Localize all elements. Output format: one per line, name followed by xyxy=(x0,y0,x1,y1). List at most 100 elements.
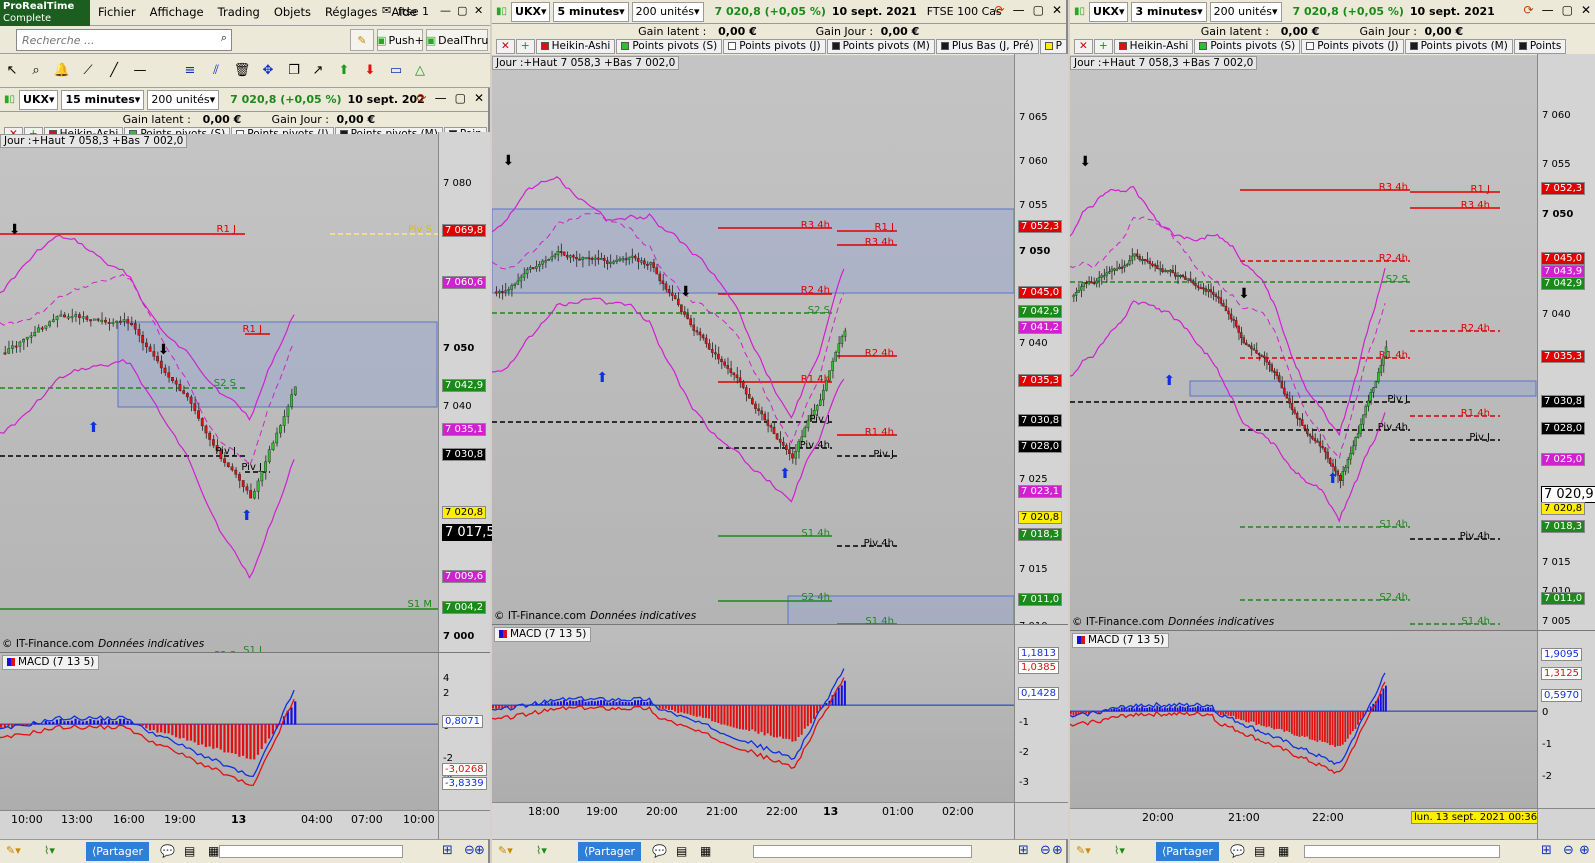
macd-axis[interactable]: 0 -1 -2 1,9095 1,3125 0,5970 xyxy=(1537,630,1595,808)
indicator-chip[interactable]: Heikin-Ashi xyxy=(1113,39,1194,54)
zoom-icon[interactable]: ⌕ xyxy=(26,61,46,81)
minimize-icon[interactable]: — xyxy=(435,91,447,105)
price-pane[interactable]: ⬇ ⬇ ⬆ ⬆ Jour :+Haut 7 058,3 +Bas 7 002,0 R3 4… xyxy=(492,56,1014,624)
menu-affichage[interactable]: Affichage xyxy=(143,0,211,24)
pen-menu-icon[interactable]: ✎▾ xyxy=(6,844,21,857)
indicator-menu-icon[interactable]: ⌇▾ xyxy=(1114,844,1125,857)
indicator-chip[interactable]: Points xyxy=(1513,39,1567,54)
price-axis[interactable]: 7 0657 0607 0557 0507 0407 0257 0157 010… xyxy=(1014,54,1068,673)
restore-icon[interactable]: ▢ xyxy=(455,91,466,105)
close-icon[interactable]: ✕ xyxy=(474,4,483,17)
line-tool-icon[interactable]: ╱ xyxy=(104,61,124,81)
minimize-icon[interactable]: — xyxy=(440,4,451,17)
mail-icon[interactable]: ✉ xyxy=(382,4,391,17)
symbol-dropdown[interactable]: UKX ▾ xyxy=(1089,1,1129,22)
refresh-icon[interactable]: ⟳ xyxy=(995,3,1005,17)
menu-reglages[interactable]: Réglages xyxy=(318,0,384,24)
zoom-out-icon[interactable]: ⊖ xyxy=(1040,843,1051,858)
time-axis[interactable]: 18:00 19:00 20:00 21:00 22:00 13 01:00 02:00 xyxy=(492,802,1014,839)
timeframe-dropdown[interactable]: 5 minutes ▾ xyxy=(553,1,629,22)
color-bars-icon[interactable]: ▤ xyxy=(676,844,687,858)
chat-icon[interactable]: 💬 xyxy=(160,844,175,858)
share-button[interactable]: ⟨ Partager xyxy=(86,842,150,861)
timeframe-dropdown[interactable]: 3 minutes ▾ xyxy=(1131,1,1207,22)
time-scrollbar[interactable] xyxy=(219,845,403,858)
zoom-in-icon[interactable]: ⊕ xyxy=(1052,843,1063,858)
restore-icon[interactable]: ▢ xyxy=(1562,3,1573,17)
share-button[interactable]: ⟨ Partager xyxy=(578,842,642,861)
layout-icon[interactable]: ▦ xyxy=(700,844,711,858)
rectangle-tool-icon[interactable]: ▭ xyxy=(386,61,406,81)
color-bars-icon[interactable]: ▤ xyxy=(184,844,195,858)
pen-menu-icon[interactable]: ✎▾ xyxy=(1076,844,1091,857)
refresh-icon[interactable]: ⟳ xyxy=(417,91,427,105)
timeframe-dropdown[interactable]: 15 minutes ▾ xyxy=(61,89,145,110)
macd-axis[interactable]: 420-2-40,8071-3,0268-3,8339 xyxy=(438,652,490,810)
macd-label-chip[interactable]: MACD (7 13 5) xyxy=(494,627,592,642)
tab-ftse[interactable]: ftse 1 xyxy=(398,5,429,18)
restore-icon[interactable]: ▢ xyxy=(1033,3,1044,17)
symbol-dropdown[interactable]: UKX ▾ xyxy=(19,89,59,110)
indicator-chip[interactable]: Heikin-Ashi xyxy=(535,39,616,54)
price-pane[interactable]: ⬇ ⬇ ⬆ ⬆ Jour :+Haut 7 058,3 +Bas 7 002,0 R1 J… xyxy=(0,134,438,652)
minimize-icon[interactable]: — xyxy=(1013,3,1025,17)
macd-pane[interactable]: MACD (7 13 5) xyxy=(0,652,438,810)
indicator-chip[interactable]: Points pivots (S) xyxy=(616,39,723,54)
macd-label-chip[interactable]: MACD (7 13 5) xyxy=(2,655,100,670)
menu-trading[interactable]: Trading xyxy=(211,0,267,24)
zoom-out-icon[interactable]: ⊖ xyxy=(1563,843,1574,858)
price-axis[interactable]: 7 0607 0557 0507 0407 0157 0107 0057 052… xyxy=(1537,54,1595,684)
sell-arrow-icon[interactable]: ⬇ xyxy=(360,61,380,81)
layout-icon[interactable]: ▦ xyxy=(1278,844,1289,858)
units-dropdown[interactable]: 200 unités ▾ xyxy=(147,89,220,110)
arrow-tool-icon[interactable]: ↗ xyxy=(308,61,328,81)
close-icon[interactable]: ✕ xyxy=(474,91,484,105)
units-dropdown[interactable]: 200 unités ▾ xyxy=(631,1,704,22)
push-button[interactable]: ▣ Push+ xyxy=(376,29,424,51)
move-icon[interactable]: ✥ xyxy=(258,61,278,81)
zoom-reset-icon[interactable]: ⊞ xyxy=(1018,843,1029,858)
menu-fichier[interactable]: Fichier xyxy=(91,0,143,24)
price-axis[interactable]: 7 080 7 050 7 040 7 000 7 069,8 7 060,6 7 042,… xyxy=(438,132,498,686)
close-icon[interactable]: ✕ xyxy=(1074,39,1093,54)
search-icon[interactable]: ⌕ xyxy=(221,31,227,45)
symbol-dropdown[interactable]: UKX ▾ xyxy=(511,1,551,22)
pen-menu-icon[interactable]: ✎▾ xyxy=(498,844,513,857)
zoom-reset-icon[interactable]: ⊞ xyxy=(1541,843,1552,858)
triangle-tool-icon[interactable]: △ xyxy=(410,61,430,81)
indicator-chip[interactable]: Points pivots (M) xyxy=(826,39,935,54)
macd-pane[interactable]: MACD (7 13 5) xyxy=(492,624,1014,802)
trendline-tool-icon[interactable]: ⟋ xyxy=(78,61,98,81)
time-scrollbar[interactable] xyxy=(1303,845,1500,858)
zoom-in-icon[interactable]: ⊕ xyxy=(1579,843,1590,858)
macd-label-chip[interactable]: MACD (7 13 5) xyxy=(1072,633,1170,648)
macd-pane[interactable]: MACD (7 13 5) xyxy=(1070,630,1537,808)
macd-axis[interactable]: -1 -2 -3 1,1813 1,0385 0,1428 xyxy=(1014,624,1068,802)
menu-objets[interactable]: Objets xyxy=(267,0,318,24)
minimize-icon[interactable]: — xyxy=(1542,3,1554,17)
indicator-chip[interactable]: Plus Bas (J, Pré) xyxy=(935,39,1039,54)
add-icon[interactable]: + xyxy=(1093,39,1113,54)
channel-icon[interactable]: ⫽ xyxy=(206,61,226,81)
units-dropdown[interactable]: 200 unités ▾ xyxy=(1209,1,1282,22)
indicator-chip[interactable]: Points pivots (M) xyxy=(1404,39,1513,54)
indicator-chip[interactable]: P xyxy=(1039,39,1066,54)
time-axis[interactable]: 10:00 13:00 16:00 19:00 13 04:00 07:00 10:00 xyxy=(0,810,438,839)
buy-arrow-icon[interactable]: ⬆ xyxy=(334,61,354,81)
indicator-menu-icon[interactable]: ⌇▾ xyxy=(44,844,55,857)
copy-icon[interactable]: ❐ xyxy=(284,61,304,81)
layout-icon[interactable]: ▦ xyxy=(208,844,219,858)
refresh-icon[interactable]: ⟳ xyxy=(1524,3,1534,17)
search-input[interactable] xyxy=(20,31,210,49)
indicator-chip[interactable]: Points pivots (J) xyxy=(1301,39,1404,54)
cursor-icon[interactable]: ↖ xyxy=(2,61,22,81)
time-axis[interactable]: 20:00 21:00 22:00 lun. 13 sept. 2021 00:36 xyxy=(1070,808,1541,839)
dealthru-button[interactable]: ▣ DealThru xyxy=(426,29,488,51)
indicator-menu-icon[interactable]: ⌇▾ xyxy=(536,844,547,857)
color-bars-icon[interactable]: ▤ xyxy=(1254,844,1265,858)
chat-icon[interactable]: 💬 xyxy=(652,844,667,858)
restore-icon[interactable]: ▢ xyxy=(457,4,467,17)
horizontal-line-icon[interactable]: — xyxy=(130,61,150,81)
zoom-in-icon[interactable]: ⊕ xyxy=(474,843,485,858)
fibonacci-icon[interactable]: ≡ xyxy=(180,61,200,81)
